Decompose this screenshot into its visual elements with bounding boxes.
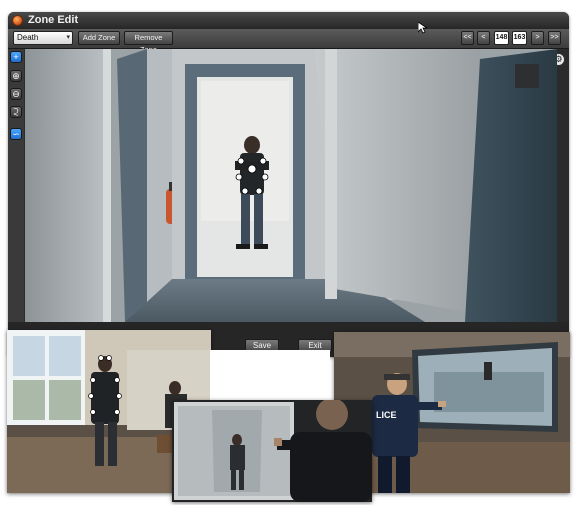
last-frame-button[interactable]: >> <box>548 31 561 45</box>
add-zone-button[interactable]: Add Zone <box>78 31 120 45</box>
mouse-cursor-icon <box>418 22 427 34</box>
app-logo-icon <box>12 15 23 26</box>
path-tool-icon[interactable]: ∽ <box>10 128 22 140</box>
svg-text:LICE: LICE <box>376 410 397 420</box>
frame-start-field[interactable]: 148 <box>494 31 509 45</box>
title-bar: Zone Edit <box>8 12 569 30</box>
add-point-icon[interactable]: + <box>10 51 22 63</box>
window-title: Zone Edit <box>28 14 79 26</box>
zoom-in-icon[interactable]: ⊕ <box>10 70 22 82</box>
share-icon[interactable]: ⫈ <box>10 106 22 118</box>
zone-type-select[interactable]: Death ▾ <box>13 31 73 45</box>
zone-edit-window: Zone Edit Death ▾ Add Zone Remove Zone <… <box>8 12 569 357</box>
hallway-training-photo <box>172 400 372 502</box>
dropdown-arrow-icon: ▾ <box>66 34 70 41</box>
zoom-out-icon[interactable]: ⊖ <box>10 88 22 100</box>
hallway-training-scene-image <box>172 400 372 502</box>
tool-column: + ⊕ ⊖ ⫈ ∽ <box>8 49 24 322</box>
hallway-scene-image <box>25 49 557 322</box>
frame-end-field[interactable]: 163 <box>512 31 527 45</box>
first-frame-button[interactable]: << <box>461 31 474 45</box>
toolbar: Death ▾ Add Zone Remove Zone << < 148 16… <box>8 29 569 54</box>
zone-type-value: Death <box>17 33 39 42</box>
next-frame-button[interactable]: > <box>531 31 544 45</box>
remove-zone-button[interactable]: Remove Zone <box>124 31 173 54</box>
video-frame[interactable] <box>25 49 557 322</box>
prev-frame-button[interactable]: < <box>477 31 490 45</box>
